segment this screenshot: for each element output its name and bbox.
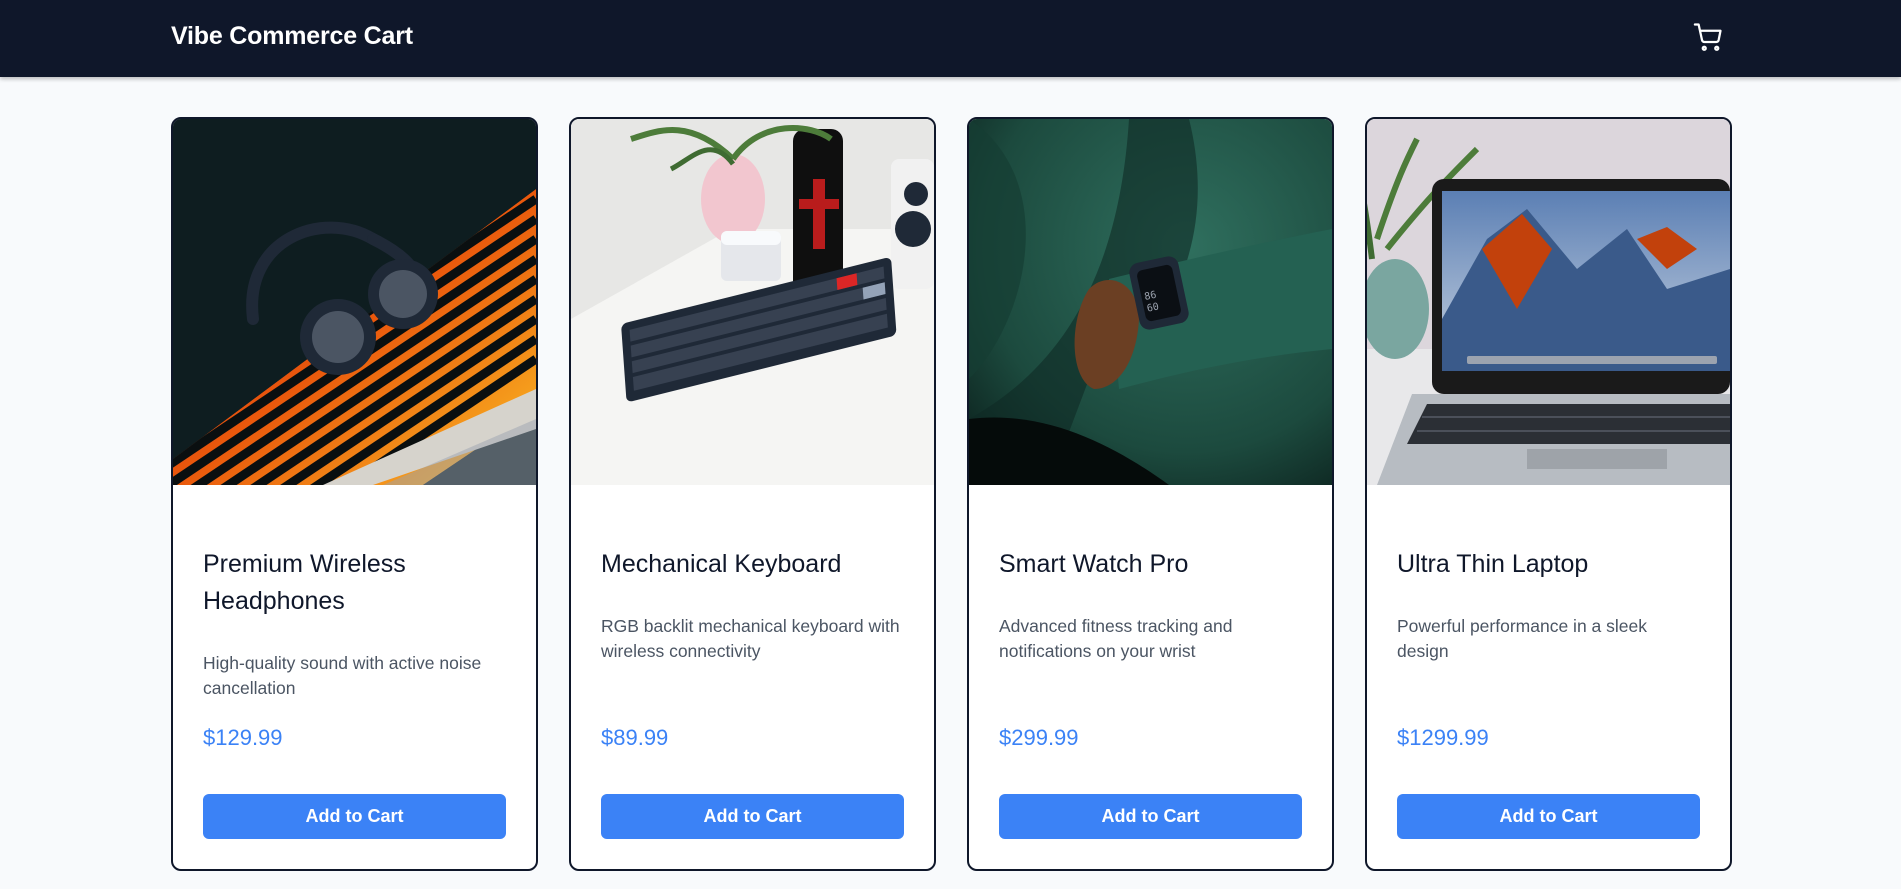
product-price: $129.99 (203, 725, 283, 750)
product-price: $89.99 (601, 725, 669, 750)
product-description: RGB backlit mechanical keyboard with wir… (601, 616, 900, 661)
product-card-headphones: Premium Wireless Headphones High-quality… (171, 117, 538, 871)
product-grid: Premium Wireless Headphones High-quality… (171, 117, 1732, 871)
add-to-cart-button[interactable]: Add to Cart (1397, 794, 1700, 839)
app-title: Vibe Commerce Cart (171, 22, 413, 50)
product-card-smartwatch: 86 60 Smart Watch Pro Advanced fitness t… (967, 117, 1334, 871)
product-title: Premium Wireless Headphones (203, 550, 406, 615)
product-title: Ultra Thin Laptop (1397, 550, 1589, 578)
add-to-cart-button[interactable]: Add to Cart (203, 794, 506, 839)
cart-button[interactable] (1692, 20, 1724, 54)
product-card-keyboard: Mechanical Keyboard RGB backlit mechanic… (569, 117, 936, 871)
product-description: High-quality sound with active noise can… (203, 653, 482, 698)
product-title: Mechanical Keyboard (601, 550, 842, 578)
add-to-cart-button[interactable]: Add to Cart (999, 794, 1302, 839)
product-image-laptop (1367, 119, 1730, 485)
product-price: $1299.99 (1397, 725, 1489, 750)
product-description: Powerful performance in a sleek design (1397, 616, 1647, 661)
product-image-headphones (173, 119, 536, 485)
product-price: $299.99 (999, 725, 1079, 750)
add-to-cart-button[interactable]: Add to Cart (601, 794, 904, 839)
product-title: Smart Watch Pro (999, 550, 1189, 578)
product-description: Advanced fitness tracking and notificati… (999, 616, 1233, 661)
shopping-cart-icon (1693, 23, 1722, 51)
product-card-laptop: Ultra Thin Laptop Powerful performance i… (1365, 117, 1732, 871)
navbar: Vibe Commerce Cart (0, 0, 1901, 77)
product-image-smartwatch: 86 60 (969, 119, 1332, 485)
product-image-keyboard (571, 119, 934, 485)
